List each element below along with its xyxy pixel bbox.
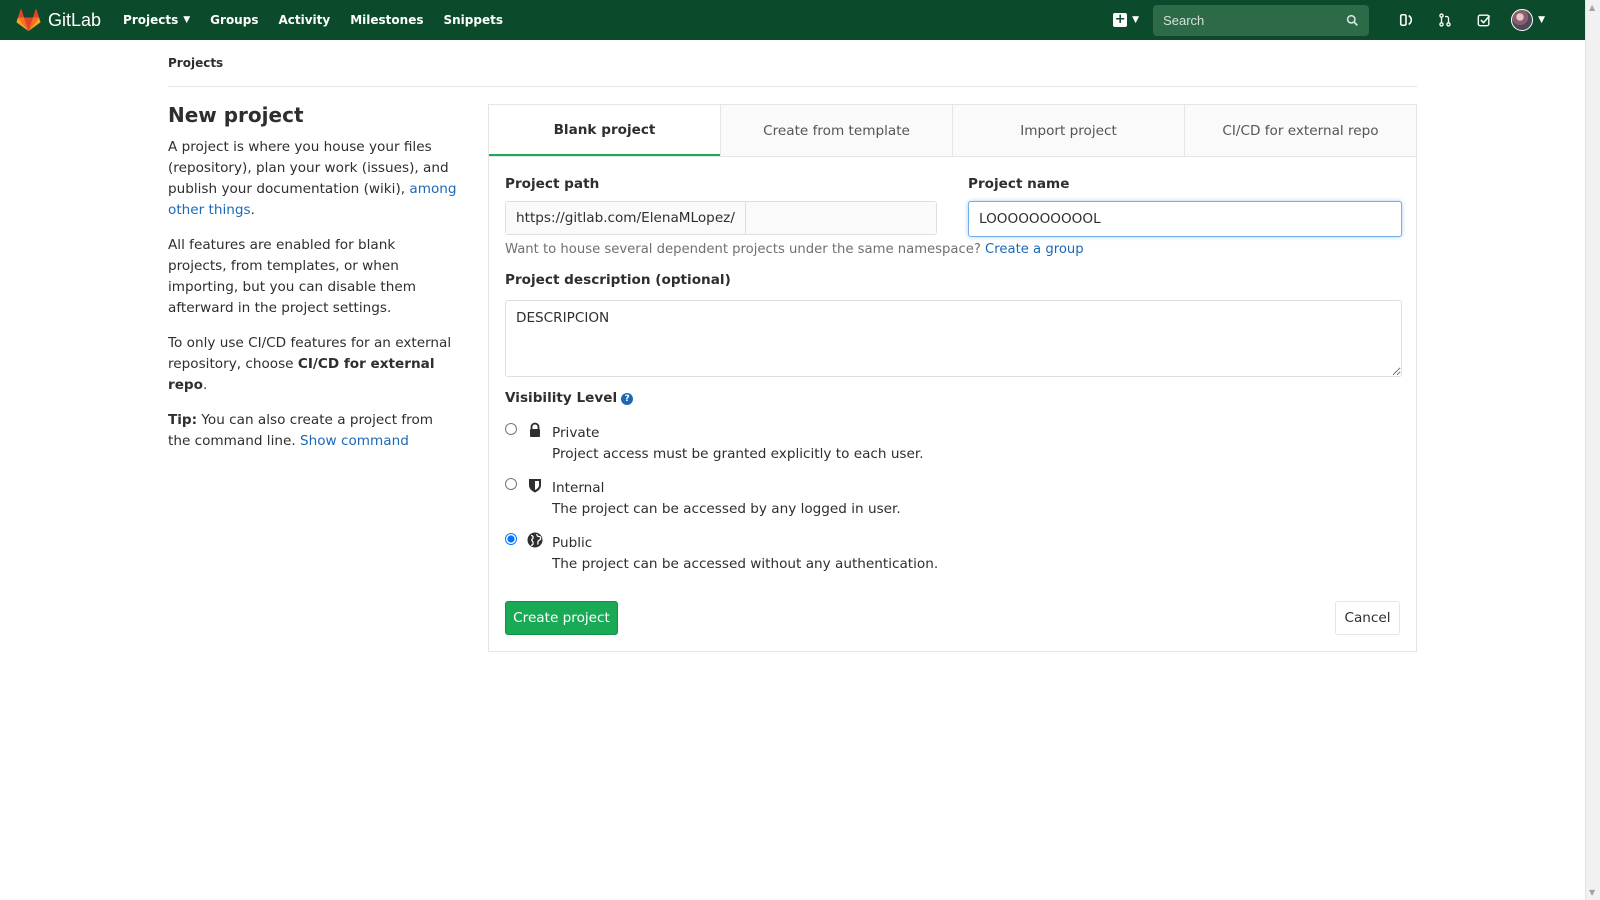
visibility-public-name: Public [552, 535, 593, 551]
merge-requests-button[interactable] [1425, 0, 1464, 40]
visibility-level-label: Visibility Level? [505, 390, 634, 406]
nav-snippets[interactable]: Snippets [443, 13, 503, 27]
question-icon[interactable]: ? [621, 393, 634, 405]
breadcrumb-projects[interactable]: Projects [168, 56, 223, 70]
cancel-button[interactable]: Cancel [1335, 601, 1400, 635]
top-navbar: GitLab Projects ▼ Groups Activity Milest… [0, 0, 1585, 40]
visibility-internal-radio[interactable] [505, 478, 517, 490]
brand-name: GitLab [48, 9, 102, 30]
cicd-text: To only use CI/CD features for an extern… [168, 335, 452, 393]
project-description-input[interactable]: DESCRIPCION [505, 300, 1402, 377]
project-path-input[interactable] [745, 202, 936, 234]
visibility-public-radio[interactable] [505, 533, 517, 545]
todos-icon [1477, 14, 1490, 27]
tab-import-project[interactable]: Import project [952, 105, 1184, 156]
new-dropdown-button[interactable]: + ▼ [1113, 13, 1139, 27]
scroll-up-icon[interactable]: ▲ [1589, 3, 1595, 12]
chevron-down-icon: ▼ [183, 15, 191, 25]
project-path-prefix: https://gitlab.com/ElenaMLopez/ [506, 202, 746, 234]
visibility-public-desc: The project can be accessed without any … [552, 556, 939, 572]
visibility-private-radio[interactable] [505, 423, 517, 435]
show-command-link[interactable]: Show command [300, 433, 409, 449]
todos-button[interactable] [1464, 0, 1503, 40]
lock-icon [530, 422, 540, 437]
project-name-input[interactable] [968, 201, 1402, 237]
chevron-down-icon: ▼ [1538, 15, 1545, 25]
intro-text: A project is where you house your files … [168, 139, 457, 218]
nav-projects[interactable]: Projects ▼ [123, 13, 190, 27]
chevron-down-icon: ▼ [1132, 15, 1140, 25]
gitlab-logo-icon [16, 9, 41, 32]
project-name-label: Project name [968, 176, 1070, 192]
project-info-sidebar: New project A project is where you house… [168, 103, 458, 466]
globe-icon [527, 532, 543, 548]
project-path-label: Project path [505, 176, 600, 192]
shield-icon [529, 479, 541, 493]
visibility-internal-option[interactable]: Internal The project can be accessed by … [505, 477, 1005, 522]
issues-icon [1399, 13, 1412, 27]
visibility-private-option[interactable]: Private Project access must be granted e… [505, 422, 1005, 467]
create-group-link[interactable]: Create a group [985, 242, 1084, 257]
user-menu[interactable]: ▼ [1511, 9, 1545, 31]
main-nav: Projects ▼ Groups Activity Milestones Sn… [123, 13, 523, 27]
search-icon[interactable] [1346, 14, 1359, 27]
avatar [1511, 9, 1534, 31]
nav-groups[interactable]: Groups [210, 13, 258, 27]
breadcrumb: Projects [168, 55, 1417, 87]
visibility-internal-name: Internal [552, 480, 605, 496]
nav-milestones[interactable]: Milestones [350, 13, 423, 27]
visibility-public-option[interactable]: Public The project can be accessed witho… [505, 532, 1005, 577]
project-description-label: Project description (optional) [505, 272, 731, 288]
visibility-internal-desc: The project can be accessed by any logge… [552, 501, 901, 517]
plus-square-icon: + [1113, 12, 1128, 27]
tab-cicd-external-repo[interactable]: CI/CD for external repo [1184, 105, 1416, 156]
page-title: New project [168, 103, 304, 127]
tab-blank-project[interactable]: Blank project [489, 105, 720, 156]
tab-create-from-template[interactable]: Create from template [720, 105, 952, 156]
create-group-hint: Want to house several dependent projects… [505, 242, 1084, 257]
search-box [1153, 4, 1370, 36]
page-scrollbar[interactable]: ▲ ▼ [1585, 0, 1600, 900]
gitlab-home-link[interactable]: GitLab [16, 8, 101, 32]
merge-request-icon [1438, 13, 1451, 27]
new-project-panel: Blank project Create from template Impor… [488, 104, 1417, 652]
project-path-group: https://gitlab.com/ElenaMLopez/ [505, 201, 937, 235]
project-type-tabs: Blank project Create from template Impor… [489, 105, 1416, 157]
nav-projects-label: Projects [123, 13, 179, 27]
create-project-button[interactable]: Create project [505, 601, 618, 635]
search-input[interactable] [1163, 12, 1324, 28]
issues-button[interactable] [1386, 0, 1425, 40]
visibility-private-desc: Project access must be granted explicitl… [552, 446, 924, 462]
features-text: All features are enabled for blank proje… [168, 237, 416, 316]
tip-text: Tip: You can also create a project from … [168, 412, 434, 449]
visibility-private-name: Private [552, 425, 600, 441]
nav-activity[interactable]: Activity [278, 13, 330, 27]
scroll-down-icon[interactable]: ▼ [1589, 888, 1595, 897]
